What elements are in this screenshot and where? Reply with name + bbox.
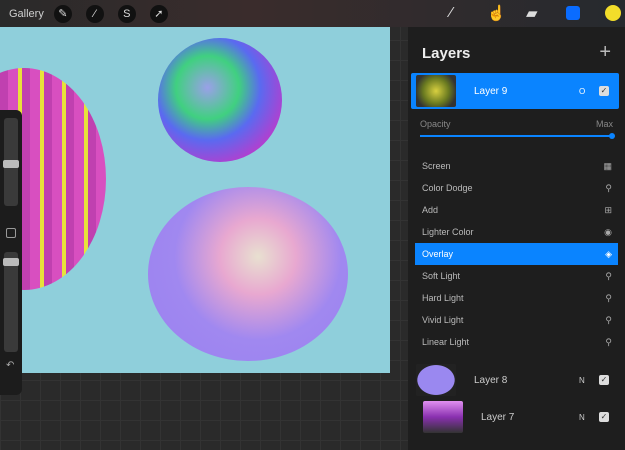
visibility-checkbox[interactable]: ✓ [599, 375, 609, 385]
wrench-icon[interactable]: ✎ [53, 4, 72, 23]
blend-mode-icon: ⚲ [605, 292, 612, 303]
blend-mode-lighter-color[interactable]: Lighter Color ◉ [415, 221, 618, 243]
blend-mode-label: Vivid Light [422, 315, 464, 325]
layer-thumbnail [416, 75, 456, 107]
blend-mode-label: Add [422, 205, 439, 215]
blend-mode-overlay[interactable]: Overlay ◈ [415, 243, 618, 265]
blend-mode-icon: ▦ [603, 160, 612, 171]
layer-thumbnail [423, 401, 463, 433]
left-sidebar: ↶ [0, 110, 22, 395]
layer-name: Layer 7 [481, 411, 515, 423]
blend-mode-icon: ⚲ [605, 270, 612, 281]
visibility-checkbox[interactable]: ✓ [599, 86, 609, 96]
blend-mode-icon: ⚲ [605, 182, 612, 193]
blend-mode-label: Overlay [422, 249, 454, 259]
blend-mode-linear-light[interactable]: Linear Light ⚲ [415, 331, 618, 353]
smudge-icon[interactable]: ☝ [487, 4, 506, 22]
undo-icon[interactable]: ↶ [6, 360, 14, 371]
layer-name: Layer 8 [474, 374, 508, 386]
modify-button[interactable] [6, 228, 16, 238]
blend-mode-soft-light[interactable]: Soft Light ⚲ [415, 265, 618, 287]
selection-icon[interactable]: S [117, 4, 136, 23]
opacity-label: Opacity [420, 119, 451, 129]
blend-mode-add[interactable]: Add ⊞ [415, 199, 618, 221]
blend-mode-label: Lighter Color [422, 227, 474, 237]
swirl-circle [158, 38, 282, 162]
brush-icon[interactable]: ⁄ [450, 4, 453, 21]
canvas[interactable] [0, 27, 390, 373]
blend-mode-label: Color Dodge [422, 183, 473, 193]
layer-row[interactable]: Layer 8 N ✓ [411, 362, 619, 398]
blend-mode-button[interactable]: N [579, 413, 599, 422]
eraser-icon[interactable]: ▰ [526, 4, 538, 22]
blend-mode-screen[interactable]: Screen ▦ [415, 155, 618, 177]
add-layer-button[interactable]: + [599, 41, 611, 64]
brush-size-slider[interactable] [3, 118, 19, 206]
visibility-checkbox[interactable]: ✓ [599, 412, 609, 422]
blend-mode-label: Screen [422, 161, 451, 171]
color-swatch[interactable] [605, 5, 621, 21]
layers-panel: Layers + Layer 9 O ✓ Opacity Max Screen ▦… [408, 27, 625, 450]
transform-icon[interactable]: ➚ [149, 4, 168, 23]
blend-mode-icon: ◉ [604, 226, 612, 237]
opacity-value: Max [595, 119, 613, 129]
opacity-slider[interactable] [420, 133, 615, 139]
blend-mode-icon: ⚲ [605, 314, 612, 325]
layers-title: Layers [422, 45, 471, 62]
blend-mode-vivid-light[interactable]: Vivid Light ⚲ [415, 309, 618, 331]
layer-name: Layer 9 [474, 85, 508, 97]
layer-thumbnail [416, 364, 456, 396]
blend-mode-color-dodge[interactable]: Color Dodge ⚲ [415, 177, 618, 199]
blend-mode-label: Soft Light [422, 271, 461, 281]
blend-mode-label: Linear Light [422, 337, 470, 347]
opacity-slider[interactable] [3, 252, 19, 352]
blend-mode-icon: ⚲ [605, 336, 612, 347]
top-toolbar: Gallery ✎ ⁄ S ➚ ⁄ ☝ ▰ [0, 0, 625, 27]
layer-row-active[interactable]: Layer 9 O ✓ [411, 73, 619, 109]
blend-mode-hard-light[interactable]: Hard Light ⚲ [415, 287, 618, 309]
gallery-button[interactable]: Gallery [9, 8, 44, 20]
blend-mode-icon: ◈ [605, 248, 612, 259]
blend-mode-button[interactable]: N [579, 376, 599, 385]
blend-mode-icon: ⊞ [604, 204, 612, 215]
floral-circle [148, 187, 348, 361]
blend-mode-label: Hard Light [422, 293, 464, 303]
layer-row[interactable]: Layer 7 N ✓ [411, 399, 619, 435]
magic-wand-icon[interactable]: ⁄ [85, 4, 104, 23]
layers-icon[interactable] [566, 6, 580, 20]
blend-mode-button[interactable]: O [579, 87, 599, 96]
